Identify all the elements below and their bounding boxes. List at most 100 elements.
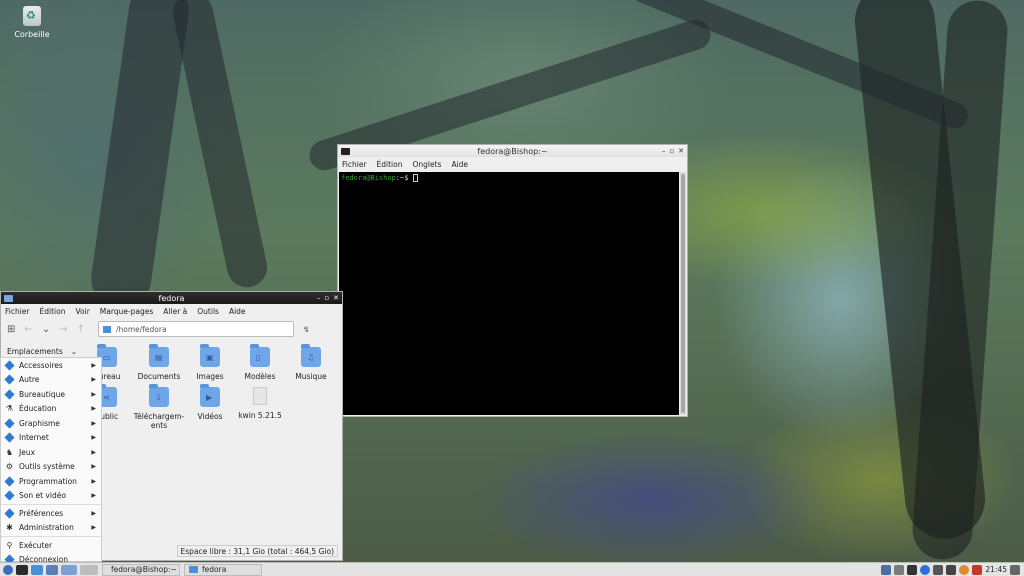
mail-icon[interactable]	[907, 564, 918, 575]
terminal-scrollbar[interactable]	[680, 172, 686, 415]
file-item[interactable]: kwin 5.21.5	[232, 387, 288, 420]
menu-son-video[interactable]: Son et vidéo ▶	[1, 489, 101, 504]
status-bar: Espace libre : 31,1 Gio (total : 464,5 G…	[176, 545, 338, 557]
menu-jeux[interactable]: ♞ Jeux ▶	[1, 445, 101, 460]
menu-bureautique[interactable]: Bureautique ▶	[1, 387, 101, 402]
folder-music-icon: ♫	[301, 344, 321, 367]
places-dropdown[interactable]: Emplacements ⌄	[3, 344, 81, 358]
minimize-button[interactable]: –	[317, 294, 321, 302]
power-icon[interactable]	[1010, 564, 1020, 575]
development-icon	[4, 476, 15, 487]
menu-administration[interactable]: ✱ Administration ▶	[1, 521, 101, 536]
folder-item[interactable]: ▤ Documents	[131, 344, 187, 381]
close-button[interactable]: ✕	[678, 147, 684, 155]
terminal-menubar: Fichier Édition Onglets Aide	[338, 157, 687, 171]
terminal-title: fedora@Bishop:~	[477, 146, 548, 156]
tools-icon: ✱	[6, 523, 13, 533]
prompt-path: :~$	[395, 174, 409, 182]
folder-item[interactable]: ⇩ Téléchargem-ents	[131, 384, 187, 430]
preferences-icon	[4, 508, 15, 519]
volume-icon[interactable]	[946, 564, 957, 575]
clipboard-icon[interactable]	[933, 564, 944, 575]
folder-item[interactable]: ▯ Modèles	[232, 344, 288, 381]
folder-templates-icon: ▯	[250, 344, 270, 367]
file-grid: ▭ Bureau ▤ Documents ▣ Images ▯ Modèles ♫ Mus…	[85, 344, 339, 540]
folder-item[interactable]: ▣ Images	[182, 344, 238, 381]
history-dropdown-icon[interactable]: ⌄	[42, 324, 50, 335]
new-tab-icon[interactable]: ⊞	[7, 324, 15, 335]
warning-icon[interactable]	[972, 564, 983, 575]
path-bar[interactable]: /home/fedora	[97, 321, 294, 337]
menu-edition[interactable]: Édition	[377, 160, 403, 169]
accessories-icon	[4, 360, 15, 371]
folder-icon	[102, 325, 111, 333]
menu-preferences[interactable]: Préférences ▶	[1, 506, 101, 521]
menu-outils[interactable]: Outils	[197, 307, 219, 316]
folder-item[interactable]: ♫ Musique	[283, 344, 339, 381]
maximize-button[interactable]: ▫	[324, 294, 329, 302]
prompt-user: fedora@Bishop	[341, 174, 396, 182]
menu-graphisme[interactable]: Graphisme ▶	[1, 416, 101, 431]
other-icon	[4, 374, 15, 385]
menu-executer[interactable]: ⚲ Exécuter	[1, 538, 101, 553]
up-icon[interactable]: ↑	[77, 324, 85, 335]
menu-fichier[interactable]: Fichier	[5, 307, 30, 316]
item-label: Téléchargem-ents	[133, 412, 185, 430]
minimize-button[interactable]: –	[662, 147, 666, 155]
network-icon[interactable]	[881, 564, 892, 575]
start-menu-icon[interactable]	[3, 564, 13, 575]
menu-edition[interactable]: Édition	[40, 307, 66, 316]
terminal-titlebar[interactable]: fedora@Bishop:~ – ▫ ✕	[338, 145, 687, 157]
forward-icon[interactable]: →	[59, 324, 67, 335]
workspace-icon[interactable]	[80, 564, 98, 575]
back-icon[interactable]: ←	[24, 324, 32, 335]
menu-marque-pages[interactable]: Marque-pages	[100, 307, 154, 316]
text-cursor	[412, 174, 418, 182]
file-manager-launcher-icon[interactable]	[31, 564, 43, 575]
taskbar: fedora@Bishop:~ fedora 21:45	[0, 562, 1024, 576]
menu-aide[interactable]: Aide	[451, 160, 468, 169]
task-label: fedora@Bishop:~	[111, 565, 177, 574]
terminal-output[interactable]: fedora@Bishop:~$	[339, 172, 679, 415]
update-icon[interactable]	[894, 564, 905, 575]
go-icon[interactable]: ↯	[303, 325, 310, 334]
folder-documents-icon: ▤	[149, 344, 169, 367]
terminal-window[interactable]: fedora@Bishop:~ – ▫ ✕ Fichier Édition On…	[337, 144, 688, 417]
terminal-launcher-icon[interactable]	[16, 564, 28, 575]
menu-programmation[interactable]: Programmation ▶	[1, 474, 101, 489]
menu-aller-a[interactable]: Aller à	[163, 307, 187, 316]
menu-fichier[interactable]: Fichier	[342, 160, 367, 169]
menu-onglets[interactable]: Onglets	[412, 160, 441, 169]
folder-item[interactable]: ▶ Vidéos	[182, 384, 238, 421]
desktop-switcher-icon[interactable]	[61, 564, 77, 575]
item-label: Vidéos	[197, 412, 223, 421]
games-icon: ♞	[5, 447, 14, 457]
maximize-button[interactable]: ▫	[669, 147, 674, 155]
internet-icon	[4, 432, 15, 443]
menu-aide[interactable]: Aide	[229, 307, 246, 316]
folder-icon	[189, 566, 198, 573]
file-icon	[253, 387, 267, 405]
menu-autre[interactable]: Autre ▶	[1, 373, 101, 388]
clock[interactable]: 21:45	[985, 565, 1007, 574]
fm-titlebar[interactable]: fedora – ▫ ✕	[1, 292, 342, 304]
taskbar-terminal-button[interactable]: fedora@Bishop:~	[102, 563, 180, 576]
places-label: Emplacements	[7, 346, 63, 356]
menu-voir[interactable]: Voir	[75, 307, 89, 316]
trash-desktop-icon[interactable]: Corbeille	[10, 6, 54, 39]
close-button[interactable]: ✕	[333, 294, 339, 302]
bluetooth-icon[interactable]	[920, 564, 931, 575]
run-icon: ⚲	[6, 540, 13, 550]
menu-internet[interactable]: Internet ▶	[1, 431, 101, 446]
chevron-down-icon: ⌄	[70, 346, 77, 356]
education-icon: ⚗	[5, 404, 14, 414]
item-label: Musique	[295, 372, 327, 381]
menu-outils-systeme[interactable]: ⚙ Outils système ▶	[1, 460, 101, 475]
browser-launcher-icon[interactable]	[46, 564, 58, 575]
path-text: /home/fedora	[115, 324, 167, 334]
menu-accessoires[interactable]: Accessoires ▶	[1, 358, 101, 373]
menu-education[interactable]: ⚗ Éducation ▶	[1, 402, 101, 417]
item-label: Documents	[137, 372, 181, 381]
taskbar-fm-button[interactable]: fedora	[184, 563, 262, 576]
notifications-icon[interactable]	[959, 564, 970, 575]
